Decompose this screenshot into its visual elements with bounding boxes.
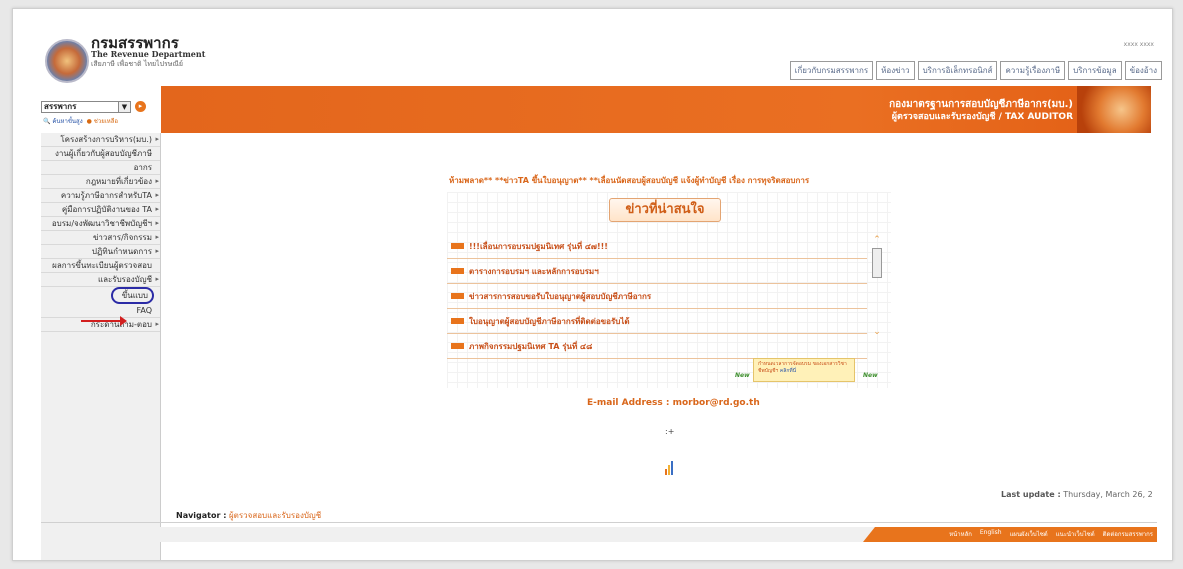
- revenue-logo-icon[interactable]: [45, 39, 89, 83]
- news-scrollbar[interactable]: ⌃ ⌄: [871, 234, 883, 348]
- news-item[interactable]: ข่าวสารการสอบขอรับใบอนุญาตผู้สอบบัญชีภาษ…: [447, 284, 867, 309]
- sidebar-item-training[interactable]: อบรม/จงพัฒนาวิชาชีพบัญชีฯ: [41, 217, 160, 231]
- advanced-search-link[interactable]: 🔍 ค้นหาขั้นสูง: [43, 116, 83, 126]
- brand-block: กรมสรรพากร The Revenue Department เสียภา…: [91, 35, 205, 69]
- sidebar-item-registration-result[interactable]: ผลการขึ้นทะเบียนผู้ตรวจสอบ: [41, 259, 160, 273]
- news-box-title: ข่าวที่น่าสนใจ: [609, 198, 721, 222]
- go-arrow-icon[interactable]: ▸: [135, 101, 146, 112]
- plus-mark: :+: [665, 427, 675, 436]
- brand-thai-name: กรมสรรพากร: [91, 35, 179, 49]
- brand-english-name: The Revenue Department: [91, 49, 206, 59]
- last-update-label: Last update :: [1001, 490, 1061, 499]
- footer-link-contact[interactable]: ติดต่อกรมสรรพากร: [1103, 529, 1153, 539]
- chevron-down-icon[interactable]: ▼: [118, 102, 130, 112]
- chevron-down-icon[interactable]: ⌄: [871, 326, 883, 338]
- header-utility-links[interactable]: xxxx xxxx: [1124, 41, 1154, 48]
- featured-news-box: ข่าวที่น่าสนใจ !!!เลื่อนการอบรมปฐมนิเทศ …: [447, 192, 891, 388]
- sidebar-item-tax-knowledge[interactable]: ความรู้ภาษีอากรสำหรับTA: [41, 189, 160, 203]
- last-update-value: Thursday, March 26, 2: [1063, 490, 1153, 499]
- footer-divider: [41, 522, 1157, 523]
- search-links: 🔍 ค้นหาขั้นสูง ● ช่วยเหลือ: [43, 116, 118, 126]
- sidebar-item-faq[interactable]: FAQ: [41, 304, 160, 318]
- bullet-icon: [451, 293, 464, 299]
- section-banner: กองมาตรฐานการสอบบัญชีภาษีอากร(มบ.) ผู้ตร…: [161, 86, 1151, 133]
- training-promo[interactable]: กำหนดเวลาการจัดอบรม ของเอกสารวิชาชีพบัญช…: [753, 358, 855, 382]
- sidebar-menu: โครงสร้างการบริหาร(มบ.) งานผู้เกี่ยวกับผ…: [41, 133, 161, 560]
- annotation-arrow-icon: [81, 316, 127, 326]
- footer-links-bar: หน้าหลัก English แผนผังเว็บไซต์ แนะนำเว็…: [863, 527, 1157, 542]
- breadcrumb-current[interactable]: ผู้ตรวจสอบและรับรองบัญชี: [229, 511, 321, 520]
- news-item[interactable]: !!!เลื่อนการอบรมปฐมนิเทศ รุ่นที่ ๔๗!!!: [447, 234, 867, 259]
- promo-more-link[interactable]: คลิกที่นี่: [780, 368, 796, 374]
- news-item[interactable]: ตารางการอบรมฯ และหลักการอบรมฯ: [447, 259, 867, 284]
- footer-link-english[interactable]: English: [980, 529, 1002, 539]
- news-list: !!!เลื่อนการอบรมปฐมนิเทศ รุ่นที่ ๔๗!!! ต…: [447, 234, 867, 359]
- site-search-select[interactable]: สรรพากร ▼: [41, 101, 131, 113]
- sidebar-item-forms[interactable]: ขึ้นแบบ: [111, 287, 154, 304]
- sidebar-item-registration-result-line2[interactable]: และรับรองบัญชี: [41, 273, 160, 287]
- new-badge-icon: New: [735, 372, 750, 379]
- footer-links: หน้าหลัก English แผนผังเว็บไซต์ แนะนำเว็…: [949, 529, 1153, 539]
- contact-email[interactable]: E-mail Address : morbor@rd.go.th: [587, 398, 760, 408]
- banner-title: กองมาตรฐานการสอบบัญชีภาษีอากร(มบ.) ผู้ตร…: [889, 99, 1073, 123]
- stats-counter-icon[interactable]: [665, 461, 675, 475]
- news-item-text[interactable]: ตารางการอบรมฯ และหลักการอบรมฯ: [469, 265, 599, 278]
- bullet-icon: [451, 318, 464, 324]
- news-item[interactable]: ภาพกิจกรรมปฐมนิเทศ TA รุ่นที่ ๔๘: [447, 334, 867, 359]
- breadcrumb: Navigator : ผู้ตรวจสอบและรับรองบัญชี: [176, 509, 321, 522]
- browser-frame: กรมสรรพากร The Revenue Department เสียภา…: [12, 8, 1173, 561]
- sidebar-item-laws[interactable]: กฎหมายที่เกี่ยวข้อง: [41, 175, 160, 189]
- sidebar-item-manual[interactable]: คู่มือการปฏิบัติงานของ TA: [41, 203, 160, 217]
- scrollbar-thumb[interactable]: [872, 248, 882, 278]
- bullet-icon: [451, 343, 464, 349]
- footer-bar: หน้าหลัก English แผนผังเว็บไซต์ แนะนำเว็…: [41, 527, 1157, 542]
- sidebar-item-related-work-line2[interactable]: อากร: [41, 161, 160, 175]
- top-navigation: เกี่ยวกับกรมสรรพากร ห้องข่าว บริการอิเล็…: [789, 61, 1162, 80]
- topnav-newsroom[interactable]: ห้องข่าว: [876, 61, 915, 80]
- footer-link-recommend[interactable]: แนะนำเว็บไซต์: [1056, 529, 1095, 539]
- promo-text: กำหนดเวลาการจัดอบรม ของเอกสารวิชาชีพบัญช…: [758, 361, 847, 374]
- brand-slogan: เสียภาษี เพื่อชาติ ไทยไปรษณีย์: [91, 60, 183, 68]
- news-item-text[interactable]: ภาพกิจกรรมปฐมนิเทศ TA รุ่นที่ ๔๘: [469, 340, 592, 353]
- banner-image: [1077, 86, 1151, 133]
- news-item-text[interactable]: !!!เลื่อนการอบรมปฐมนิเทศ รุ่นที่ ๔๗!!!: [469, 240, 608, 253]
- chevron-up-icon[interactable]: ⌃: [871, 234, 883, 246]
- bullet-icon: [451, 268, 464, 274]
- sidebar-item-news[interactable]: ข่าวสาร/กิจกรรม: [41, 231, 160, 245]
- help-link[interactable]: ● ช่วยเหลือ: [87, 116, 118, 126]
- topnav-tax-knowledge[interactable]: ความรู้เรื่องภาษี: [1000, 61, 1066, 80]
- sidebar-item-structure[interactable]: โครงสร้างการบริหาร(มบ.): [41, 133, 160, 147]
- news-item-text[interactable]: ข่าวสารการสอบขอรับใบอนุญาตผู้สอบบัญชีภาษ…: [469, 290, 651, 303]
- news-ticker[interactable]: ห้ามพลาด** **ข่าวTA ขึ้นใบอนุญาต** **เลื…: [449, 174, 893, 187]
- footer-link-home[interactable]: หน้าหลัก: [949, 529, 972, 539]
- topnav-reference[interactable]: ข้องอ้าง: [1124, 61, 1162, 80]
- sidebar-item-related-work[interactable]: งานผู้เกี่ยวกับผู้สอบบัญชีภาษี: [41, 147, 160, 161]
- topnav-info-service[interactable]: บริการข้อมูล: [1068, 61, 1122, 80]
- site-search-select-value: สรรพากร: [44, 102, 77, 111]
- topnav-eservices[interactable]: บริการอิเล็กทรอนิกส์: [917, 61, 998, 80]
- new-badge-icon: New: [863, 372, 878, 379]
- bullet-icon: [451, 243, 464, 249]
- topnav-about[interactable]: เกี่ยวกับกรมสรรพากร: [789, 61, 874, 80]
- footer-link-sitemap[interactable]: แผนผังเว็บไซต์: [1010, 529, 1048, 539]
- sidebar-search: สรรพากร ▼ ▸ 🔍 ค้นหาขั้นสูง ● ช่วยเหลือ: [41, 97, 161, 131]
- news-item-text[interactable]: ใบอนุญาตผู้สอบบัญชีภาษีอากรที่ติดต่อขอรั…: [469, 315, 630, 328]
- banner-title-line2: ผู้ตรวจสอบและรับรองบัญชี / TAX AUDITOR: [891, 112, 1073, 122]
- breadcrumb-label: Navigator :: [176, 511, 227, 520]
- news-item[interactable]: ใบอนุญาตผู้สอบบัญชีภาษีอากรที่ติดต่อขอรั…: [447, 309, 867, 334]
- sidebar-item-calendar[interactable]: ปฏิทินกำหนดการ: [41, 245, 160, 259]
- last-update: Last update : Thursday, March 26, 2: [1001, 490, 1153, 499]
- banner-title-line1: กองมาตรฐานการสอบบัญชีภาษีอากร(มบ.): [889, 99, 1073, 110]
